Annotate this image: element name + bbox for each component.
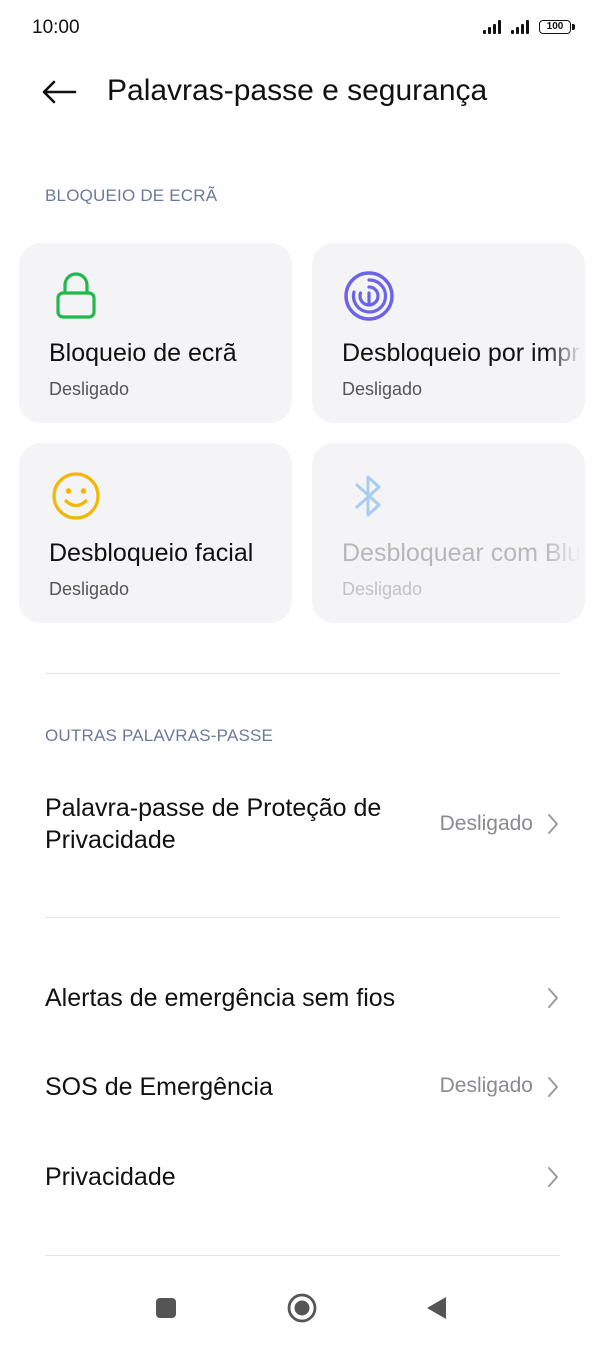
status-bar: 10:00 100 — [0, 0, 605, 58]
divider — [45, 673, 560, 674]
fingerprint-icon — [342, 269, 396, 323]
item-label: SOS de Emergência — [45, 1073, 273, 1101]
tile-screen-lock[interactable]: Bloqueio de ecrã Desligado — [19, 243, 292, 423]
signal-icon — [483, 20, 501, 34]
home-icon — [287, 1293, 317, 1323]
tile-face-unlock[interactable]: Desbloqueio facial Desligado — [19, 443, 292, 623]
item-value: Desligado — [439, 1074, 533, 1097]
item-label: Alertas de emergência sem fios — [45, 984, 396, 1012]
home-button[interactable] — [280, 1286, 324, 1330]
back-arrow-icon — [42, 80, 77, 104]
page-title: Palavras-passe e segurança — [107, 74, 488, 107]
app-bar: Palavras-passe e segurança — [0, 62, 605, 122]
tile-status: Desligado — [49, 579, 130, 599]
back-triangle-icon — [427, 1297, 446, 1319]
tile-fingerprint-unlock[interactable]: Desbloqueio por impressão digital Deslig… — [312, 243, 585, 423]
item-label: Palavra-passe de Proteção de Privacidade — [45, 792, 381, 856]
face-icon — [49, 469, 103, 523]
chevron-right-icon — [548, 1167, 558, 1187]
wireless-emergency-alerts-item[interactable]: Alertas de emergência sem fios — [0, 966, 605, 1030]
item-value: Desligado — [439, 812, 533, 835]
tile-title: Bloqueio de ecrã — [49, 339, 237, 367]
tile-title: Desbloquear com Bluetooth — [342, 539, 582, 567]
tile-title: Desbloqueio por impressão digital — [342, 339, 582, 367]
battery-level: 100 — [546, 21, 564, 32]
back-button[interactable] — [38, 72, 82, 112]
section-label-screen-lock: BLOQUEIO DE ECRÃ — [45, 186, 218, 205]
tile-status: Desligado — [342, 579, 423, 599]
battery-icon: 100 — [539, 20, 575, 34]
back-nav-button[interactable] — [414, 1286, 458, 1330]
tile-bluetooth-unlock[interactable]: Desbloquear com Bluetooth Desligado — [312, 443, 585, 623]
status-time: 10:00 — [32, 17, 80, 38]
item-label-line2: Privacidade — [45, 826, 176, 854]
emergency-sos-item[interactable]: SOS de Emergência Desligado — [0, 1055, 605, 1119]
section-label-other-passwords: OUTRAS PALAVRAS-PASSE — [45, 726, 274, 745]
divider — [45, 917, 560, 918]
signal-icon-2 — [511, 20, 529, 34]
tile-title: Desbloqueio facial — [49, 539, 254, 567]
item-label-line1: Palavra-passe de Proteção de — [45, 794, 382, 822]
tile-status: Desligado — [49, 379, 130, 399]
chevron-right-icon — [548, 1077, 558, 1097]
lock-icon — [49, 269, 103, 323]
chevron-right-icon — [548, 988, 558, 1008]
bluetooth-icon — [342, 469, 396, 523]
recents-button[interactable] — [144, 1286, 188, 1330]
privacy-item[interactable]: Privacidade — [0, 1145, 605, 1209]
privacy-protection-password-item[interactable]: Palavra-passe de Proteção de Privacidade… — [0, 790, 605, 860]
item-label: Privacidade — [45, 1163, 176, 1191]
chevron-right-icon — [548, 814, 558, 834]
navigation-bar — [0, 1270, 605, 1346]
divider — [45, 1255, 560, 1256]
status-icons: 100 — [483, 20, 575, 34]
tile-status: Desligado — [342, 379, 423, 399]
recents-icon — [156, 1298, 176, 1318]
